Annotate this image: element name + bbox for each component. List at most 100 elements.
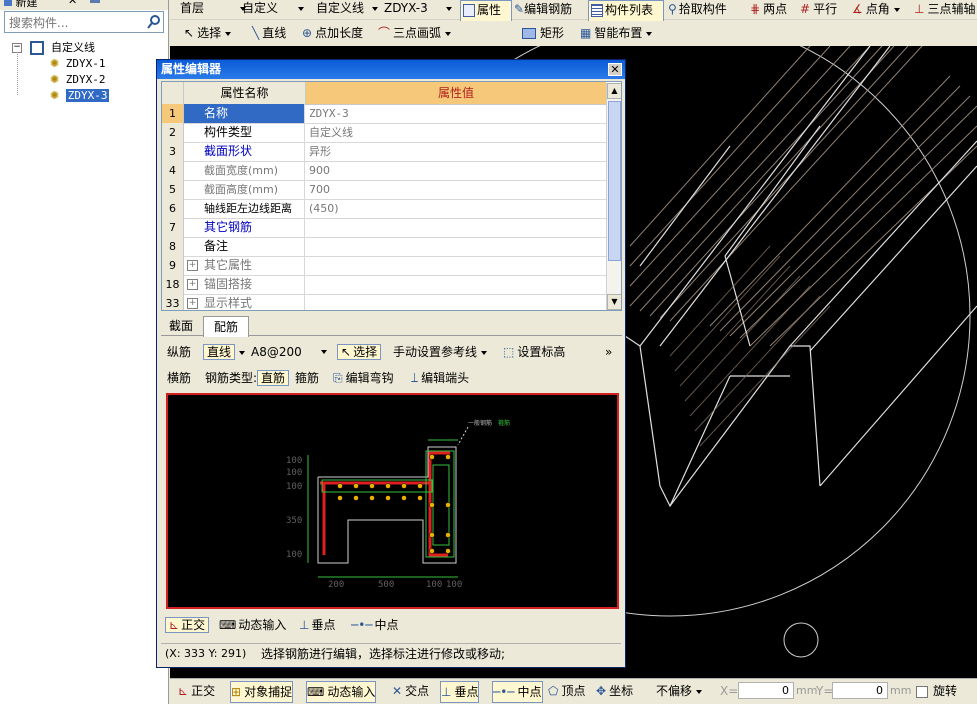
grid-scrollbar[interactable]: ▲ ▼ <box>606 83 621 310</box>
legend-label: 箍筋 <box>498 419 510 427</box>
tree-item[interactable]: ✺ ZDYX-2 <box>50 72 105 88</box>
unit-label: mm <box>890 684 912 697</box>
copy-icon[interactable] <box>90 0 100 3</box>
property-editor-titlebar[interactable]: 属性编辑器 <box>157 60 625 79</box>
dynamic-input-button[interactable]: ⌨ 动态输入 <box>219 615 295 635</box>
midpoint-icon: ─•─ <box>351 618 373 632</box>
property-row[interactable]: 7 其它钢筋 <box>162 218 606 238</box>
y-value-field[interactable]: 0 <box>832 682 888 699</box>
object-snap-button[interactable]: ⊞ 对象捕捉 <box>230 681 294 703</box>
property-row-group[interactable]: 9 + 其它属性 <box>162 256 606 276</box>
more-button[interactable]: » <box>605 342 612 362</box>
straight-rebar-button[interactable]: 直筋 <box>257 368 290 388</box>
midpoint-icon: ─•─ <box>493 685 515 699</box>
pick-component-button[interactable]: ⚲ 拾取构件 <box>668 0 734 20</box>
chevron-down-icon <box>372 7 378 11</box>
tab-rebar[interactable]: 配筋 <box>203 316 249 338</box>
perpendicular-button[interactable]: ⊥ 垂点 <box>299 615 347 635</box>
section-drawing[interactable]: 100 100 100 350 100 200 500 100 100 一般钢筋… <box>166 393 619 609</box>
midpoint-button[interactable]: ─•─ 中点 <box>492 681 543 703</box>
properties-button[interactable]: 属性 <box>460 0 512 22</box>
dynamic-input-button[interactable]: ⌨ 动态输入 <box>306 681 377 703</box>
tab-strip: 截面 配筋 <box>161 316 622 338</box>
ortho-icon: ⊾ <box>169 618 180 632</box>
dim-label: 500 <box>378 580 394 590</box>
scroll-thumb[interactable] <box>608 101 621 261</box>
component-combo[interactable]: ZDYX-3 <box>384 0 454 18</box>
tree-item-selected[interactable]: ✺ ZDYX-3 <box>50 88 110 104</box>
property-row[interactable]: 1 名称 ZDYX-3 <box>162 104 606 124</box>
dim-label: 200 <box>328 580 344 590</box>
transverse-toolbar: 横筋 钢筋类型: 直筋 箍筋 ⎘ 编辑弯钩 ⟘ 编辑端头 <box>161 368 621 390</box>
offset-combo[interactable]: 不偏移 <box>656 681 714 701</box>
floor-combo[interactable]: 首层 <box>180 0 248 18</box>
category-combo[interactable]: 自定义 <box>242 0 306 18</box>
point-length-button[interactable]: ⊕ 点加长度 <box>302 24 374 44</box>
three-point-aux-button[interactable]: ⊥ 三点辅轴 <box>914 0 977 20</box>
property-row[interactable]: 6 轴线距左边线距离 (450) <box>162 199 606 219</box>
point-angle-button[interactable]: ∡ 点角 <box>852 0 902 20</box>
three-point-arc-button[interactable]: ⌒ 三点画弧 <box>378 24 458 44</box>
edit-end-button[interactable]: ⟘ 编辑端头 <box>411 368 483 388</box>
delete-icon[interactable]: ✕ <box>68 0 77 7</box>
new-icon <box>4 0 12 6</box>
property-row[interactable]: 5 截面高度(mm) 700 <box>162 180 606 200</box>
dim-label: 100 <box>426 580 442 590</box>
component-list-button[interactable]: 构件列表 <box>588 0 664 22</box>
coordinate-button[interactable]: ✥ 坐标 <box>596 681 633 701</box>
scroll-down-icon[interactable]: ▼ <box>607 294 621 310</box>
perpendicular-button[interactable]: ⊥ 垂点 <box>440 681 480 703</box>
close-icon[interactable]: ✕ <box>608 63 622 76</box>
two-points-button[interactable]: ⋕ 两点 <box>750 0 796 20</box>
expand-icon[interactable]: + <box>187 260 198 271</box>
section-svg: 100 100 100 350 100 200 500 100 100 一般钢筋… <box>286 419 510 590</box>
tree-item[interactable]: ✺ ZDYX-1 <box>50 56 105 72</box>
tab-section[interactable]: 截面 <box>161 316 201 336</box>
stirrup-button[interactable]: 箍筋 <box>295 368 319 388</box>
type-combo[interactable]: 自定义线 <box>316 0 378 18</box>
intersection-button[interactable]: ✕ 交点 <box>392 681 429 701</box>
property-row[interactable]: 3 截面形状 异形 <box>162 142 606 162</box>
dynamic-input-icon: ⌨ <box>307 685 325 699</box>
ortho-button[interactable]: ⊾ 正交 <box>165 615 215 635</box>
intersection-icon: ✕ <box>392 684 403 698</box>
x-value-field[interactable]: 0 <box>738 682 794 699</box>
edit-hook-button[interactable]: ⎘ 编辑弯钩 <box>333 368 405 388</box>
search-field[interactable] <box>4 11 164 33</box>
hook-icon: ⎘ <box>333 371 343 385</box>
vertex-button[interactable]: ⬠ 顶点 <box>548 681 585 701</box>
rectangle-button[interactable]: 矩形 <box>522 24 568 44</box>
chevron-down-icon <box>298 7 304 11</box>
col-header-name: 属性名称 <box>184 82 306 105</box>
tree-root[interactable]: − 自定义线 <box>12 40 95 56</box>
set-elevation-button[interactable]: ⬚ 设置标高 <box>503 342 577 362</box>
chevron-down-icon <box>893 7 900 12</box>
new-button[interactable]: 新建 <box>4 0 38 10</box>
edit-rebar-button[interactable]: ✎编辑钢筋 <box>514 0 586 20</box>
search-icon[interactable] <box>147 14 161 30</box>
property-row[interactable]: 8 备注 <box>162 237 606 257</box>
expand-icon[interactable]: + <box>187 298 198 309</box>
midpoint-button[interactable]: ─•─ 中点 <box>351 615 399 635</box>
line-button[interactable]: ╲ 直线 <box>252 24 298 44</box>
chevron-down-icon <box>446 7 452 11</box>
property-row-group[interactable]: 33 + 显示样式 <box>162 294 606 310</box>
property-row[interactable]: 2 构件类型 自定义线 <box>162 123 606 143</box>
parallel-button[interactable]: # 平行 <box>800 0 846 20</box>
line-icon: ╲ <box>252 26 260 40</box>
property-row[interactable]: 4 截面宽度(mm) 900 <box>162 161 606 181</box>
status-bar: (X: 333 Y: 291) 选择钢筋进行编辑，选择标注进行修改或移动; <box>161 643 621 665</box>
property-row-group[interactable]: 18 + 锚固搭接 <box>162 275 606 295</box>
scroll-up-icon[interactable]: ▲ <box>607 83 621 99</box>
manual-ref-line-combo[interactable]: 手动设置参考线 <box>393 342 497 362</box>
select-button[interactable]: ↖ 选择 <box>184 24 242 44</box>
checkbox[interactable] <box>916 685 928 698</box>
search-input[interactable] <box>7 14 147 32</box>
smart-layout-button[interactable]: ▦ 智能布置 <box>580 24 660 44</box>
rotate-checkbox-row[interactable]: 旋转 <box>916 681 957 701</box>
select-rebar-button[interactable]: ↖ 选择 <box>337 342 387 362</box>
rebar-spec-combo[interactable]: A8@200 <box>251 342 331 362</box>
expand-icon[interactable]: + <box>187 279 198 290</box>
ortho-button[interactable]: ⊾ 正交 <box>178 681 215 701</box>
straight-combo[interactable]: 直线 <box>203 342 251 362</box>
